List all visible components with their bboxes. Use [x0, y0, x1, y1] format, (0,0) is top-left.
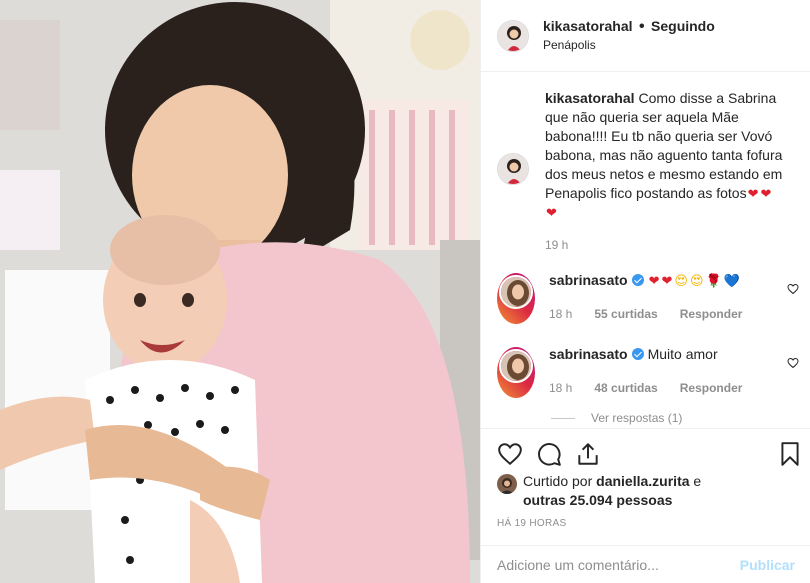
- commenter-avatar-ring[interactable]: [497, 273, 535, 324]
- commenter-avatar: [499, 275, 533, 309]
- liked-by: Curtido por daniella.zurita e outras 25.…: [497, 472, 797, 510]
- red-heart-icon: ❤: [760, 186, 772, 201]
- comment-username[interactable]: sabrinasato: [549, 272, 628, 288]
- comment-item: sabrinasato ❤ ❤ 😍 😍 🌹 💙 18 h 55 curtidas Respo…: [497, 271, 799, 324]
- header-text: kikasatorahal • Seguindo Penápolis: [543, 17, 715, 54]
- photo-illustration: [0, 0, 480, 583]
- liked-by-text: Curtido por daniella.zurita e outras 25.…: [523, 472, 701, 510]
- caption-username[interactable]: kikasatorahal: [545, 90, 635, 106]
- caption-comment: kikasatorahal Como disse a Sabrina que nã…: [497, 89, 797, 255]
- publish-button[interactable]: Publicar: [740, 557, 795, 573]
- red-heart-icon: ❤: [661, 273, 673, 288]
- bookmark-icon[interactable]: [777, 441, 803, 467]
- add-comment-bar: Publicar: [481, 545, 810, 583]
- view-replies-label: Ver respostas (1): [591, 411, 683, 425]
- post-location[interactable]: Penápolis: [543, 36, 715, 54]
- liked-by-user[interactable]: daniella.zurita: [596, 473, 689, 489]
- liked-by-others[interactable]: outras 25.094 pessoas: [523, 492, 672, 508]
- comment-item: sabrinasato Muito amor 18 h 48 curtidas R…: [497, 345, 799, 398]
- caption-avatar[interactable]: [497, 153, 529, 185]
- post-sidebar: kikasatorahal • Seguindo Penápolis kikas…: [480, 0, 810, 583]
- comment-username[interactable]: sabrinasato: [549, 346, 628, 362]
- heart-icon[interactable]: [497, 441, 523, 467]
- caption-meta: 19 h: [545, 236, 785, 255]
- liker-avatar-image: [497, 474, 517, 494]
- comment-input[interactable]: [497, 556, 717, 573]
- comments-list[interactable]: kikasatorahal Como disse a Sabrina que nã…: [481, 73, 810, 428]
- comment-time[interactable]: 18 h: [549, 379, 572, 398]
- post-header: kikasatorahal • Seguindo Penápolis: [481, 0, 810, 72]
- comment-meta: 18 h 48 curtidas Responder: [549, 379, 789, 398]
- heart-eyes-icon: 😍: [689, 273, 704, 288]
- author-avatar[interactable]: [497, 19, 529, 52]
- red-heart-icon: ❤: [648, 273, 660, 288]
- commenter-avatar-image: [501, 351, 531, 381]
- like-comment-heart-icon[interactable]: [787, 357, 799, 369]
- commenter-avatar-image: [501, 277, 531, 307]
- rose-icon: 🌹: [705, 273, 722, 288]
- instagram-post: kikasatorahal • Seguindo Penápolis kikas…: [0, 0, 810, 583]
- verified-badge-icon: [631, 348, 644, 360]
- commenter-avatar-ring[interactable]: [497, 347, 535, 398]
- liked-by-connector: e: [693, 473, 702, 489]
- share-icon[interactable]: [575, 441, 601, 467]
- verified-badge-icon: [631, 274, 644, 286]
- liked-by-prefix: Curtido por: [523, 473, 593, 489]
- caption-avatar-image: [498, 154, 528, 184]
- blue-heart-icon: 💙: [723, 273, 740, 288]
- heart-eyes-icon: 😍: [674, 273, 688, 288]
- author-username[interactable]: kikasatorahal: [543, 18, 633, 34]
- comment-time[interactable]: 18 h: [549, 305, 572, 324]
- commenter-avatar: [499, 349, 533, 383]
- caption-time[interactable]: 19 h: [545, 236, 568, 255]
- post-photo[interactable]: [0, 0, 480, 583]
- following-button[interactable]: Seguindo: [651, 18, 715, 34]
- action-bar: [481, 428, 810, 478]
- comment-meta: 18 h 55 curtidas Responder: [549, 305, 789, 324]
- view-replies-button[interactable]: Ver respostas (1): [551, 411, 682, 425]
- replies-divider: [551, 417, 575, 419]
- like-comment-heart-icon[interactable]: [787, 283, 799, 295]
- comment-body: sabrinasato ❤ ❤ 😍 😍 🌹 💙 18 h 55 curtidas Respo…: [549, 271, 789, 324]
- comment-icon[interactable]: [536, 441, 562, 467]
- caption-body: kikasatorahal Como disse a Sabrina que nã…: [545, 89, 785, 255]
- reply-button[interactable]: Responder: [680, 305, 743, 324]
- author-avatar-image: [498, 20, 528, 51]
- red-heart-icon: ❤: [747, 186, 759, 201]
- comment-likes[interactable]: 48 curtidas: [594, 379, 657, 398]
- comment-text: Muito amor: [647, 346, 718, 362]
- post-timestamp[interactable]: HÁ 19 HORAS: [497, 518, 566, 529]
- red-heart-icon: ❤: [546, 205, 557, 220]
- comment-likes[interactable]: 55 curtidas: [594, 305, 657, 324]
- comment-body: sabrinasato Muito amor 18 h 48 curtidas R…: [549, 345, 789, 398]
- liker-avatar[interactable]: [497, 474, 517, 494]
- header-separator: •: [638, 18, 645, 35]
- reply-button[interactable]: Responder: [680, 379, 743, 398]
